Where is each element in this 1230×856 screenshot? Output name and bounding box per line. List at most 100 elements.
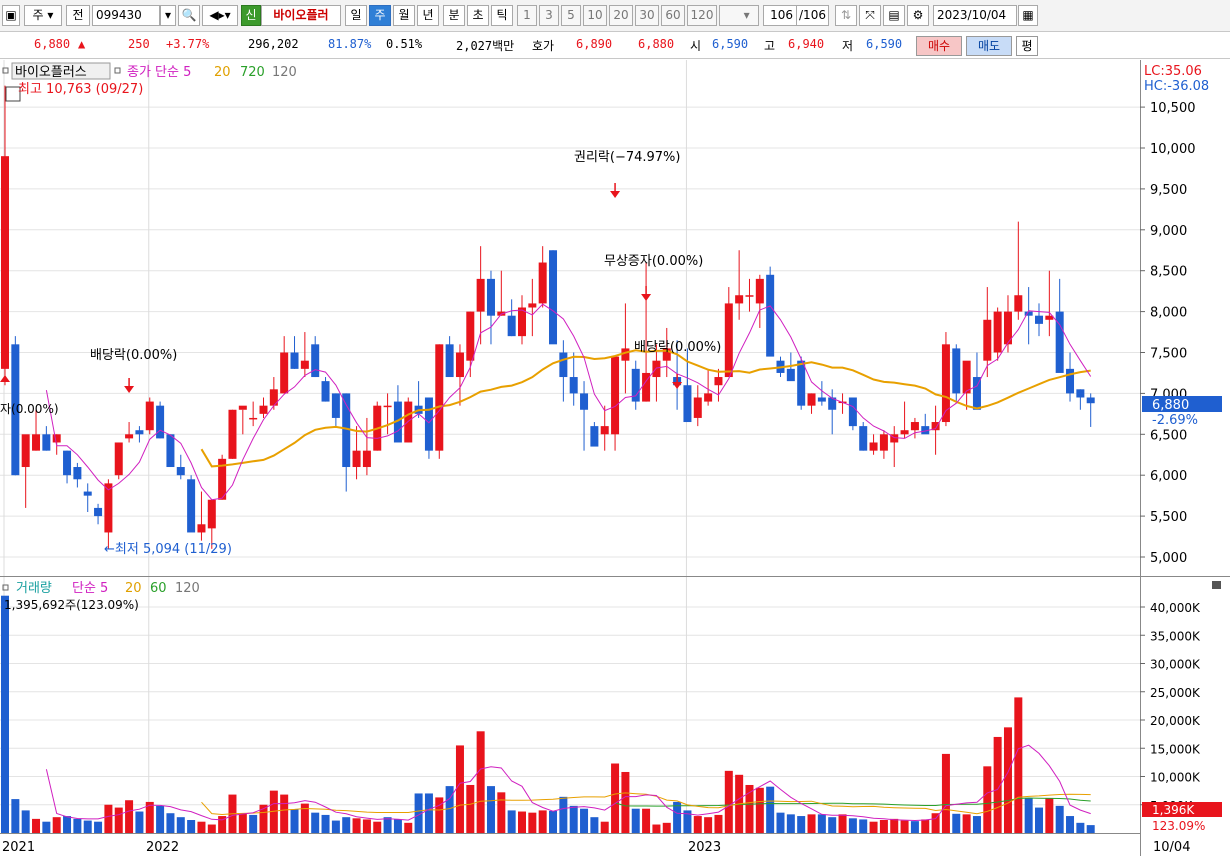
candle-body (507, 315, 516, 337)
save-icon[interactable]: ▤ (883, 5, 905, 26)
period-year-tab[interactable]: 년 (417, 5, 439, 26)
candle-body (693, 397, 702, 418)
candle-body (197, 524, 206, 533)
volume-bar (611, 763, 620, 833)
candle-body (1014, 295, 1023, 312)
volume-tick-label: 25,000K (1150, 686, 1201, 700)
event-arrow-head (610, 191, 621, 198)
volume-bar (156, 805, 165, 833)
volume-bar (83, 820, 92, 833)
candle-body (290, 352, 299, 369)
market-select[interactable]: 주 ▾ (24, 5, 62, 26)
volume-bar (642, 808, 651, 833)
candle-body (455, 352, 464, 378)
period-minute-tab[interactable]: 분 (443, 5, 465, 26)
candle-body (807, 393, 816, 406)
high-price: 6,940 (788, 37, 825, 51)
volume-tick-label: 15,000K (1150, 742, 1201, 756)
period-month-tab[interactable]: 월 (393, 5, 415, 26)
volume-bar (1086, 825, 1095, 833)
candle-body (786, 368, 795, 382)
vol-tag-value: 1,396K (1152, 803, 1195, 817)
vol-legend-name: 거래량 (16, 581, 52, 596)
trade-amount: 2,027백만 (456, 39, 515, 53)
window-menu-icon[interactable]: ▣ (2, 5, 20, 26)
volume-bar (42, 821, 51, 833)
candle-body (1086, 397, 1095, 404)
candle-body (652, 360, 661, 378)
candle-body (52, 434, 61, 443)
candle-body (176, 467, 185, 476)
volume-bar (362, 819, 371, 833)
period-second-tab[interactable]: 초 (467, 5, 489, 26)
count-input[interactable]: 106 (763, 5, 797, 26)
volume-bar (176, 817, 185, 833)
candle-type-icon[interactable]: ⇅ (835, 5, 857, 26)
period-tick-tab[interactable]: 틱 (491, 5, 513, 26)
code-dropdown-icon[interactable]: ▾ (160, 5, 176, 26)
price-tick-label: 9,500 (1150, 183, 1187, 198)
minute-unit-3[interactable]: 3 (539, 5, 559, 26)
search-icon[interactable]: 🔍 (178, 5, 200, 26)
volume-bar (921, 819, 930, 833)
minute-unit-30[interactable]: 30 (635, 5, 659, 26)
gear-icon[interactable]: ⚙ (907, 5, 929, 26)
up-arrow-icon: ▲ (78, 37, 86, 51)
date-input[interactable]: 2023/10/04 (933, 5, 1017, 26)
custom-unit-select[interactable]: ▾ (719, 5, 759, 26)
candle-body (435, 344, 444, 451)
minute-unit-1[interactable]: 1 (517, 5, 537, 26)
candle-body (580, 393, 589, 410)
credit-badge: 신 (241, 5, 261, 26)
buy-button[interactable]: 매수 (916, 36, 962, 56)
minute-unit-5[interactable]: 5 (561, 5, 581, 26)
scope-button[interactable]: 전 (66, 5, 90, 26)
volume-bar (869, 821, 878, 833)
price-tick-label: 7,500 (1150, 347, 1187, 362)
minute-unit-10[interactable]: 10 (583, 5, 607, 26)
sell-button[interactable]: 매도 (966, 36, 1012, 56)
vol-first-value: 1,395,692주(123.09%) (4, 598, 139, 612)
moving-average-lines (45, 303, 1092, 501)
candle-body (187, 479, 196, 533)
volume-bar (280, 794, 289, 833)
legend-box-icon-2 (114, 67, 121, 74)
volume-tag: 1,396K 123.09% (1142, 802, 1222, 833)
price-tick-label: 5,000 (1150, 551, 1187, 566)
volume-bar (331, 820, 340, 833)
hc-label: HC:-36.08 (1144, 79, 1209, 94)
stock-chart[interactable]: 10,50010,0009,5009,0008,5008,0007,5007,0… (0, 60, 1230, 856)
event-arrow-head (672, 382, 683, 389)
panel-toggle-icon[interactable] (1212, 581, 1221, 589)
minute-unit-120[interactable]: 120 (687, 5, 717, 26)
speaker-icon[interactable]: ◀▸▾ (202, 5, 238, 26)
period-week-tab[interactable]: 주 (369, 5, 391, 26)
minute-unit-60[interactable]: 60 (661, 5, 685, 26)
stock-code-input[interactable]: 099430 (92, 5, 160, 26)
vol-legend-ma120: 120 (175, 581, 200, 596)
volume-bar (621, 771, 630, 833)
period-day-tab[interactable]: 일 (345, 5, 367, 26)
price-candles (1, 85, 1095, 550)
candle-body (125, 434, 134, 439)
candle-body (735, 295, 744, 304)
time-axis-label: 2022 (146, 840, 179, 855)
volume-bar (73, 818, 82, 833)
average-button[interactable]: 평 (1016, 36, 1038, 56)
candle-body (280, 352, 289, 394)
candle-body (466, 311, 475, 361)
candle-body (424, 397, 433, 451)
volume-bar (404, 822, 413, 833)
minute-unit-20[interactable]: 20 (609, 5, 633, 26)
volume-bar (135, 811, 144, 833)
trend-tool-icon[interactable]: ⤧ (859, 5, 881, 26)
volume-bar (114, 807, 123, 833)
volume-bar (238, 813, 247, 833)
candle-body (331, 393, 340, 418)
candle-body (983, 319, 992, 361)
candle-body (383, 405, 392, 408)
volume-bar (941, 753, 950, 833)
calendar-icon[interactable]: ▦ (1018, 5, 1038, 26)
stock-name: 바이오플러 (261, 5, 341, 26)
time-axis-line (0, 833, 1140, 834)
